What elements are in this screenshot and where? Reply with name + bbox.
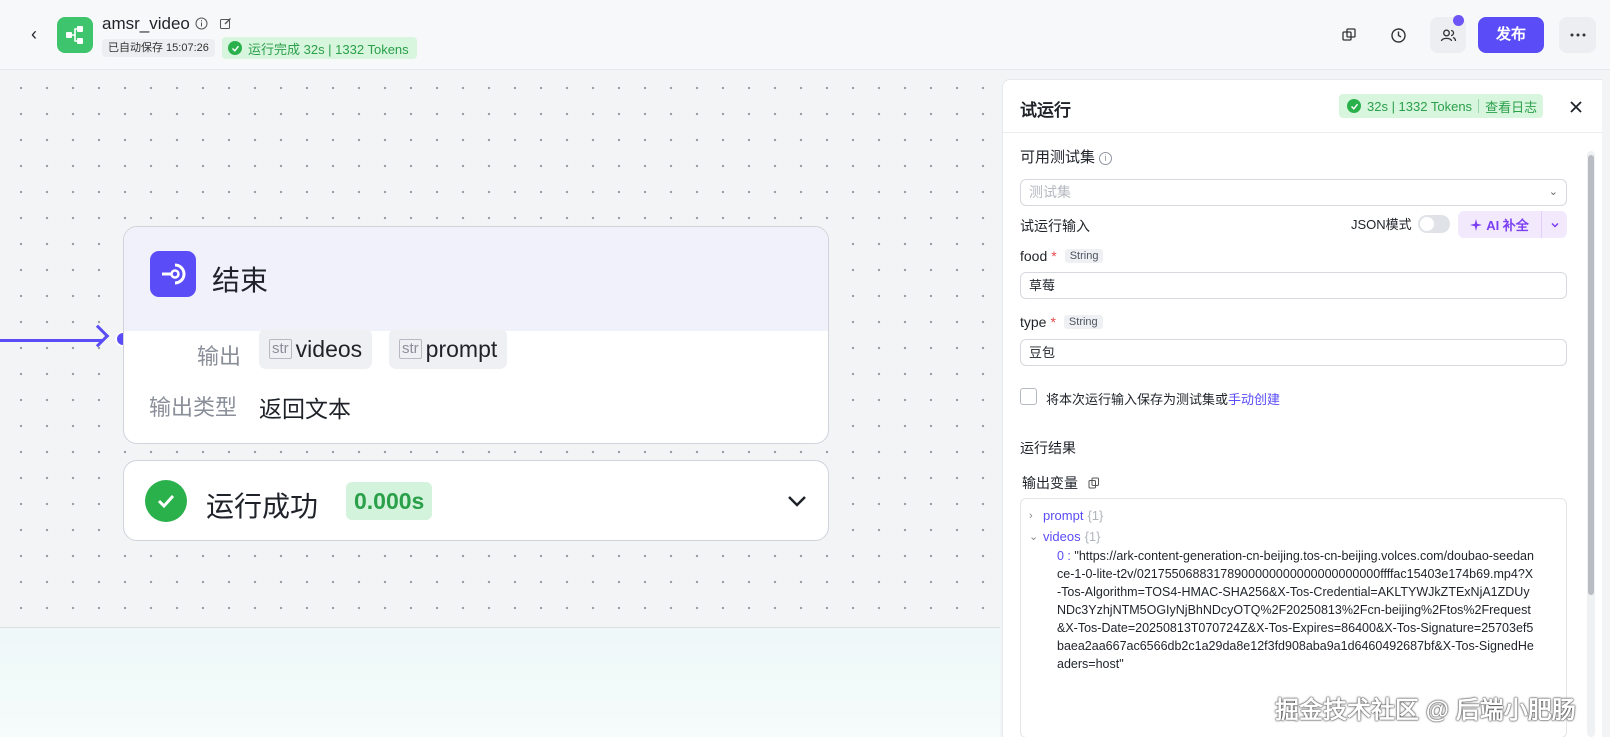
chevron-down-icon[interactable] (1541, 211, 1567, 238)
end-node[interactable]: 结束 输出 str videos str prompt 输出类型 返回文本 (123, 226, 829, 444)
output-type-value: 返回文本 (259, 396, 351, 422)
run-input-label: 试运行输入 (1020, 218, 1090, 234)
tree-index: 0 : (1057, 549, 1071, 563)
save-as-testset-text: 将本次运行输入保存为测试集或手动创建 (1046, 389, 1280, 408)
json-mode-toggle-group: JSON模式 (1351, 214, 1450, 233)
view-log-link[interactable]: 查看日志 (1485, 97, 1537, 116)
check-circle-icon (228, 41, 242, 55)
chevron-down-icon[interactable] (783, 487, 811, 515)
tree-count: {1} (1084, 529, 1101, 544)
info-icon[interactable] (193, 15, 209, 31)
more-icon (1570, 33, 1585, 37)
autosave-status: 已自动保存 15:07:26 (102, 39, 215, 57)
copy-icon[interactable] (1088, 477, 1100, 489)
json-mode-toggle[interactable] (1417, 214, 1450, 233)
ai-complete-label: AI 补全 (1486, 218, 1529, 233)
output-tag-prompt: str prompt (389, 329, 508, 369)
connection-edge[interactable] (0, 339, 102, 342)
tree-count: {1} (1087, 508, 1104, 523)
ai-complete-main[interactable]: AI 补全 (1458, 215, 1541, 234)
run-result-node[interactable]: 运行成功 0.000s (123, 460, 829, 541)
panel-status-badge: 32s | 1332 Tokens 查看日志 (1339, 94, 1544, 118)
more-options-button[interactable] (1559, 17, 1596, 53)
duplicate-icon (1342, 28, 1356, 41)
run-status-badge: 运行完成 32s | 1332 Tokens (222, 37, 417, 59)
output-variable-label: 输出变量 (1022, 473, 1100, 493)
tree-key: prompt (1043, 508, 1084, 523)
tree-key: videos (1043, 529, 1081, 544)
test-set-placeholder: 测试集 (1029, 184, 1071, 200)
top-bar: ‹ amsr_video 已自动保存 15:07:26 运行完成 32s | 1… (0, 0, 1610, 70)
users-icon (1440, 29, 1456, 41)
chevron-down-icon: ⌄ (1548, 186, 1558, 198)
string-type-icon: str (399, 339, 422, 359)
workflow-app-icon (57, 17, 93, 53)
edit-icon[interactable] (217, 15, 233, 31)
food-input[interactable]: 草莓 (1020, 272, 1567, 299)
close-icon[interactable] (1566, 97, 1586, 117)
test-run-panel: 试运行 32s | 1332 Tokens 查看日志 可用测试集 i 测试集 ⌄ … (1002, 79, 1602, 737)
tree-value-text: "https://ark-content-generation-cn-beiji… (1057, 549, 1534, 671)
video-url-value: 0 : "https://ark-content-generation-cn-b… (1057, 547, 1537, 673)
collaborators-button[interactable] (1430, 15, 1466, 53)
type-badge: String (1063, 315, 1103, 329)
back-arrow-icon[interactable]: ‹ (24, 24, 44, 44)
check-circle-icon (1347, 99, 1361, 113)
run-result-label: 运行结果 (1020, 440, 1076, 456)
panel-title: 试运行 (1020, 101, 1071, 120)
notification-badge-icon (1453, 15, 1464, 26)
end-node-title: 结束 (212, 265, 269, 296)
type-field-label: type * String (1020, 314, 1103, 330)
field-name: type (1020, 314, 1047, 330)
run-status-text: 运行完成 32s | 1332 Tokens (248, 41, 409, 57)
chevron-down-icon[interactable]: ⌄ (1029, 530, 1039, 543)
watermark: 掘金技术社区 @ 后端小肥肠 (1275, 697, 1576, 724)
chevron-right-icon[interactable]: › (1029, 510, 1039, 522)
status-text: 32s | 1332 Tokens (1367, 98, 1473, 114)
food-field-label: food * String (1020, 248, 1104, 264)
publish-button[interactable]: 发布 (1478, 17, 1544, 53)
output-label: 输出 (197, 344, 242, 369)
type-input[interactable]: 豆包 (1020, 339, 1567, 366)
panel-scrollbar-thumb[interactable] (1588, 155, 1594, 595)
output-name: prompt (425, 335, 498, 362)
save-text: 将本次运行输入保存为测试集或 (1046, 392, 1229, 407)
test-set-label: 可用测试集 i (1020, 146, 1113, 167)
ai-complete-button[interactable]: AI 补全 (1458, 211, 1567, 238)
json-mode-label: JSON模式 (1351, 217, 1412, 232)
test-set-label-text: 可用测试集 (1020, 149, 1096, 166)
save-as-testset-checkbox[interactable] (1020, 388, 1037, 405)
tree-node-videos[interactable]: ⌄ videos {1} (1029, 526, 1558, 547)
output-tag-videos: str videos (259, 329, 373, 369)
field-name: food (1020, 248, 1048, 264)
output-name: videos (295, 335, 363, 362)
output-var-text: 输出变量 (1022, 475, 1078, 491)
string-type-icon: str (269, 339, 292, 359)
tree-node-prompt[interactable]: › prompt {1} (1029, 505, 1558, 526)
app-title: amsr_video (102, 14, 190, 33)
sparkle-icon (1470, 218, 1483, 231)
test-set-select[interactable]: 测试集 ⌄ (1020, 179, 1567, 206)
info-icon[interactable]: i (1099, 152, 1113, 165)
run-duration-badge: 0.000s (346, 482, 433, 520)
history-button[interactable] (1380, 17, 1416, 53)
manual-create-link[interactable]: 手动创建 (1228, 392, 1280, 407)
history-icon (1390, 27, 1406, 43)
output-type-label: 输出类型 (149, 395, 238, 420)
duplicate-button[interactable] (1331, 17, 1367, 53)
canvas-bottom-area (0, 627, 1000, 737)
type-badge: String (1064, 249, 1104, 263)
end-node-icon (150, 251, 196, 297)
success-check-icon (145, 480, 187, 522)
run-success-text: 运行成功 (206, 491, 319, 522)
